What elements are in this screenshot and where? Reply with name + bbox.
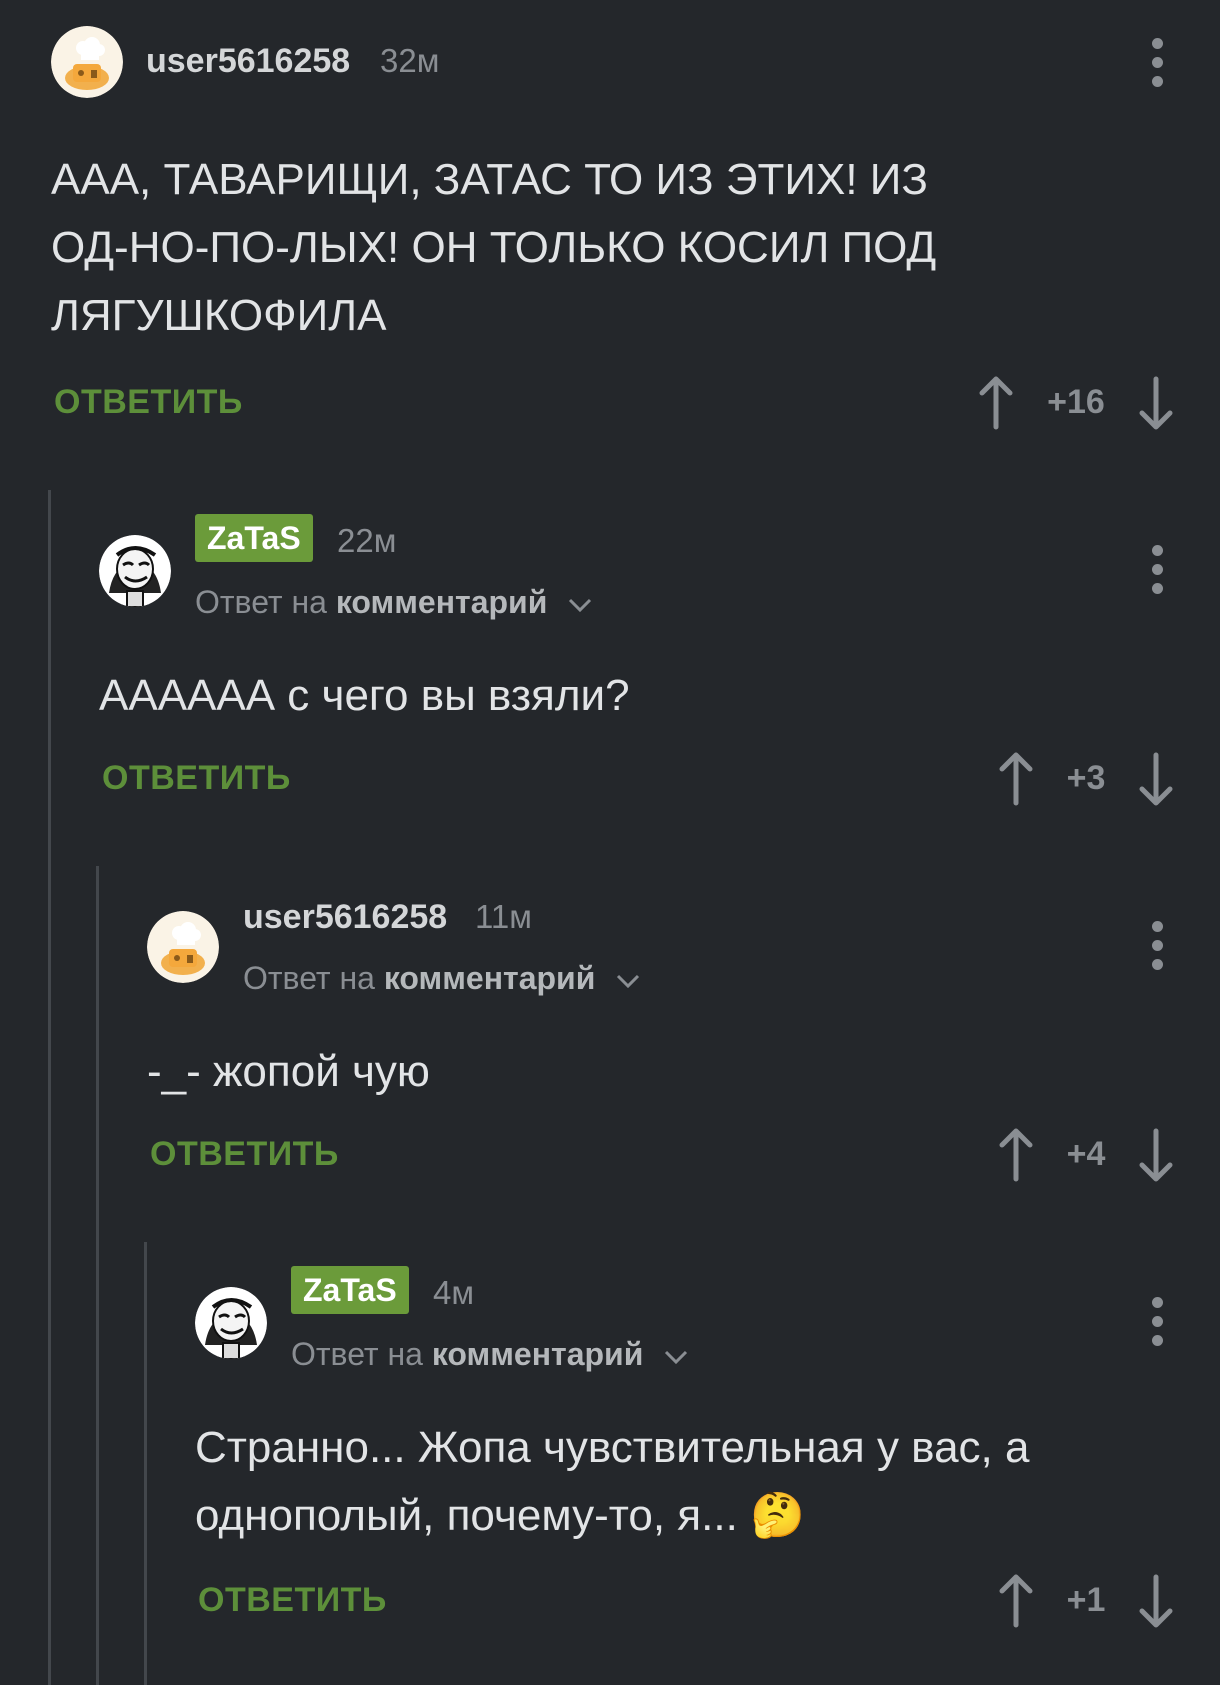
- chevron-down-icon: [568, 584, 592, 621]
- chevron-down-icon: [616, 960, 640, 997]
- reply-to-link[interactable]: Ответ на комментарий: [195, 584, 592, 621]
- reply-to-link[interactable]: Ответ на комментарий: [243, 960, 640, 997]
- arrow-down-icon[interactable]: [1136, 751, 1176, 807]
- avatar[interactable]: [51, 26, 123, 98]
- comment-text: АААААА с чего вы взяли?: [99, 671, 630, 720]
- arrow-up-icon[interactable]: [976, 375, 1016, 431]
- more-vertical-icon[interactable]: [1152, 1297, 1164, 1354]
- chevron-down-icon: [664, 1336, 688, 1373]
- score: +16: [1047, 383, 1105, 421]
- comment-text: Странно... Жопа чувствительная у вас, а …: [195, 1423, 1030, 1540]
- more-vertical-icon[interactable]: [1152, 921, 1164, 978]
- comment-time: 22м: [337, 522, 397, 559]
- arrow-up-icon[interactable]: [996, 1573, 1036, 1629]
- username-badge[interactable]: ZaTaS: [291, 1266, 409, 1314]
- arrow-down-icon[interactable]: [1136, 1127, 1176, 1183]
- arrow-up-icon[interactable]: [996, 1127, 1036, 1183]
- score: +1: [1066, 1581, 1106, 1619]
- thread-line-level-1: [48, 490, 51, 1685]
- comment-time: 11м: [475, 898, 532, 935]
- reply-prefix: Ответ на: [195, 584, 327, 620]
- avatar[interactable]: [99, 535, 171, 607]
- reply-button[interactable]: ОТВЕТИТЬ: [198, 1581, 387, 1620]
- reply-button[interactable]: ОТВЕТИТЬ: [54, 383, 243, 422]
- arrow-up-icon[interactable]: [996, 751, 1036, 807]
- reply-target: комментарий: [431, 1336, 644, 1372]
- comment-text: -_- жопой чую: [147, 1047, 430, 1096]
- avatar[interactable]: [195, 1287, 267, 1359]
- more-vertical-icon[interactable]: [1152, 545, 1164, 602]
- reply-target: комментарий: [335, 584, 548, 620]
- comment-text: ААА, ТАВАРИЩИ, ЗАТАС ТО ИЗ ЭТИХ! ИЗ ОД-Н…: [51, 155, 937, 340]
- reply-prefix: Ответ на: [243, 960, 375, 996]
- reply-to-link[interactable]: Ответ на комментарий: [291, 1336, 688, 1373]
- score: +4: [1066, 1135, 1106, 1173]
- thread-line-level-2: [96, 866, 99, 1685]
- score: +3: [1066, 759, 1106, 797]
- arrow-down-icon[interactable]: [1136, 1573, 1176, 1629]
- username-badge[interactable]: ZaTaS: [195, 514, 313, 562]
- comment-time: 4м: [433, 1274, 475, 1311]
- comment-time: 32м: [380, 42, 440, 79]
- reply-prefix: Ответ на: [291, 1336, 423, 1372]
- arrow-down-icon[interactable]: [1136, 375, 1176, 431]
- reply-target: комментарий: [383, 960, 596, 996]
- username[interactable]: user5616258: [243, 898, 447, 937]
- reply-button[interactable]: ОТВЕТИТЬ: [150, 1135, 339, 1174]
- thread-line-level-3: [144, 1242, 147, 1685]
- reply-button[interactable]: ОТВЕТИТЬ: [102, 759, 291, 798]
- username[interactable]: user5616258: [146, 42, 350, 81]
- more-vertical-icon[interactable]: [1152, 38, 1164, 95]
- avatar[interactable]: [147, 911, 219, 983]
